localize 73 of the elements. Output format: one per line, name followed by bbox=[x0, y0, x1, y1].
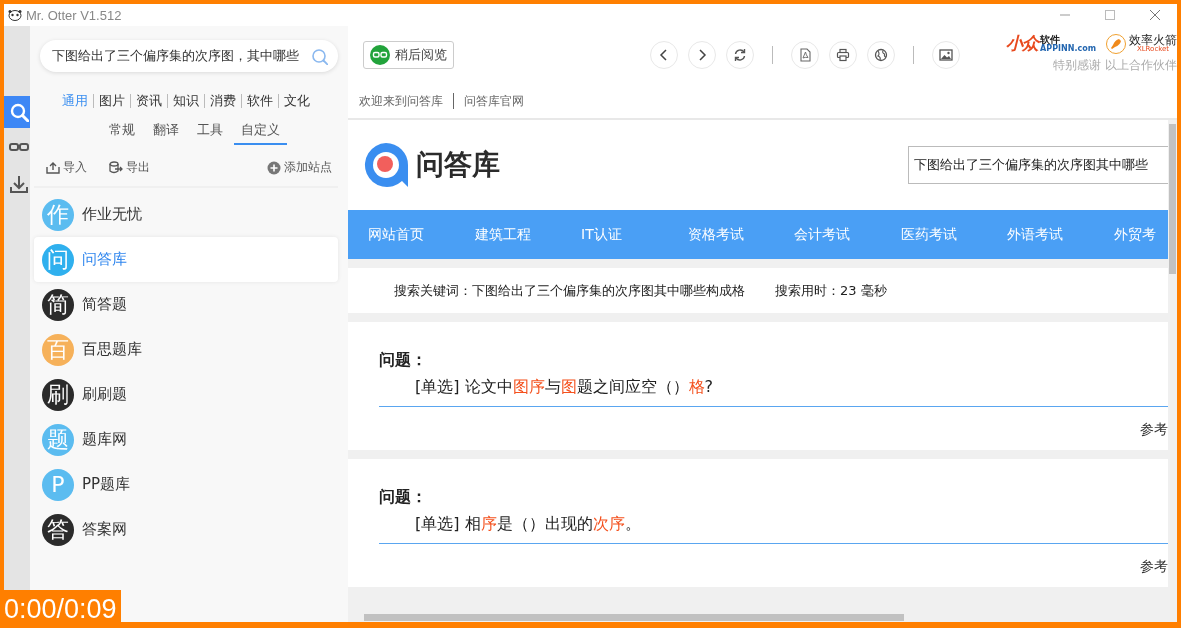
video-timestamp: 0:00/0:09 bbox=[4, 590, 121, 622]
window-title: Mr. Otter V1.512 bbox=[26, 7, 122, 23]
glasses-icon bbox=[370, 45, 390, 65]
search-icon[interactable] bbox=[9, 102, 29, 122]
print-button[interactable] bbox=[829, 41, 857, 69]
add-button[interactable]: 添加站点 bbox=[267, 159, 332, 176]
sub-tab[interactable]: 翻译 bbox=[145, 119, 186, 145]
site-search-field[interactable]: 下图给出了三个偏序集的次序图其中哪些 bbox=[908, 146, 1168, 184]
globe-icon bbox=[874, 48, 888, 62]
site-item[interactable]: 作 作业无忧 bbox=[34, 192, 338, 237]
category-tab[interactable]: 知识 bbox=[168, 92, 204, 110]
plus-circle-icon bbox=[267, 160, 281, 175]
search-input[interactable]: 下图给出了三个偏序集的次序图，其中哪些 bbox=[52, 48, 310, 64]
question-label: 问题： bbox=[379, 487, 428, 508]
pdf-button[interactable] bbox=[791, 41, 819, 69]
site-avatar: 答 bbox=[42, 513, 74, 546]
pdf-file-icon bbox=[798, 48, 812, 62]
site-logo-text: 问答库 bbox=[416, 147, 500, 183]
action-label: 添加站点 bbox=[284, 159, 332, 176]
action-label: 导入 bbox=[63, 159, 87, 176]
site-avatar: 简 bbox=[42, 288, 74, 321]
otter-icon bbox=[8, 9, 22, 21]
sub-tab[interactable]: 常规 bbox=[101, 119, 142, 145]
site-item[interactable]: 刷 刷刷题 bbox=[34, 372, 338, 417]
horizontal-scrollbar-thumb[interactable] bbox=[364, 613, 904, 621]
site-avatar: 刷 bbox=[42, 378, 74, 411]
sub-tab[interactable]: 工具 bbox=[189, 119, 230, 145]
answer-link[interactable]: 参考 bbox=[1140, 421, 1168, 437]
printer-icon bbox=[836, 48, 850, 62]
image-button[interactable] bbox=[932, 41, 960, 69]
forward-button[interactable] bbox=[688, 41, 716, 69]
category-tab[interactable]: 消费 bbox=[205, 92, 241, 110]
back-button[interactable] bbox=[650, 41, 678, 69]
site-avatar: 题 bbox=[42, 423, 74, 456]
site-item[interactable]: 问 问答库 bbox=[34, 237, 338, 282]
partners-note: 特别感谢 以上合作伙伴 bbox=[1053, 58, 1177, 73]
search-icon bbox=[310, 47, 328, 65]
site-item[interactable]: 题 题库网 bbox=[34, 417, 338, 462]
vertical-scrollbar-thumb[interactable] bbox=[1169, 124, 1176, 274]
download-icon[interactable] bbox=[9, 174, 29, 194]
category-tab[interactable]: 软件 bbox=[242, 92, 278, 110]
import-button[interactable]: 导入 bbox=[46, 159, 87, 176]
category-tab[interactable]: 资讯 bbox=[131, 92, 167, 110]
site-link[interactable]: 问答库官网 bbox=[464, 93, 524, 109]
question-label: 问题： bbox=[379, 350, 428, 371]
database-arrow-icon bbox=[109, 160, 123, 175]
site-avatar: P bbox=[42, 468, 74, 501]
image-icon bbox=[939, 48, 953, 62]
search-field[interactable]: 下图给出了三个偏序集的次序图，其中哪些 bbox=[40, 40, 338, 72]
site-avatar: 作 bbox=[42, 198, 74, 231]
site-avatar: 百 bbox=[42, 333, 74, 366]
refresh-button[interactable] bbox=[726, 41, 754, 69]
action-label: 导出 bbox=[126, 159, 150, 176]
sub-tab[interactable]: 自定义 bbox=[233, 119, 287, 145]
site-item[interactable]: 简 简答题 bbox=[34, 282, 338, 327]
site-item[interactable]: P PP题库 bbox=[34, 462, 338, 507]
rocket-icon bbox=[1106, 33, 1126, 54]
search-info-text: 搜索关键词：下图给出了三个偏序集的次序图其中哪些构成格 bbox=[394, 281, 745, 300]
export-button[interactable]: 导出 bbox=[109, 159, 150, 176]
globe-button[interactable] bbox=[867, 41, 895, 69]
answer-link[interactable]: 参考 bbox=[1140, 558, 1168, 574]
search-info-text: 搜索用时：23 毫秒 bbox=[775, 281, 887, 300]
category-tab[interactable]: 图片 bbox=[94, 92, 130, 110]
close-icon[interactable] bbox=[1149, 10, 1160, 20]
site-item[interactable]: 百 百思题库 bbox=[34, 327, 338, 372]
site-item[interactable]: 答 答案网 bbox=[34, 507, 338, 552]
category-tab[interactable]: 文化 bbox=[279, 92, 315, 110]
refresh-icon bbox=[733, 48, 747, 62]
chat-logo-icon bbox=[362, 141, 410, 189]
read-later-button[interactable]: 稍后阅览 bbox=[363, 41, 454, 69]
site-link[interactable]: 欢迎来到问答库 bbox=[359, 93, 443, 109]
site-avatar: 问 bbox=[42, 243, 74, 276]
upload-tray-icon bbox=[46, 160, 60, 175]
